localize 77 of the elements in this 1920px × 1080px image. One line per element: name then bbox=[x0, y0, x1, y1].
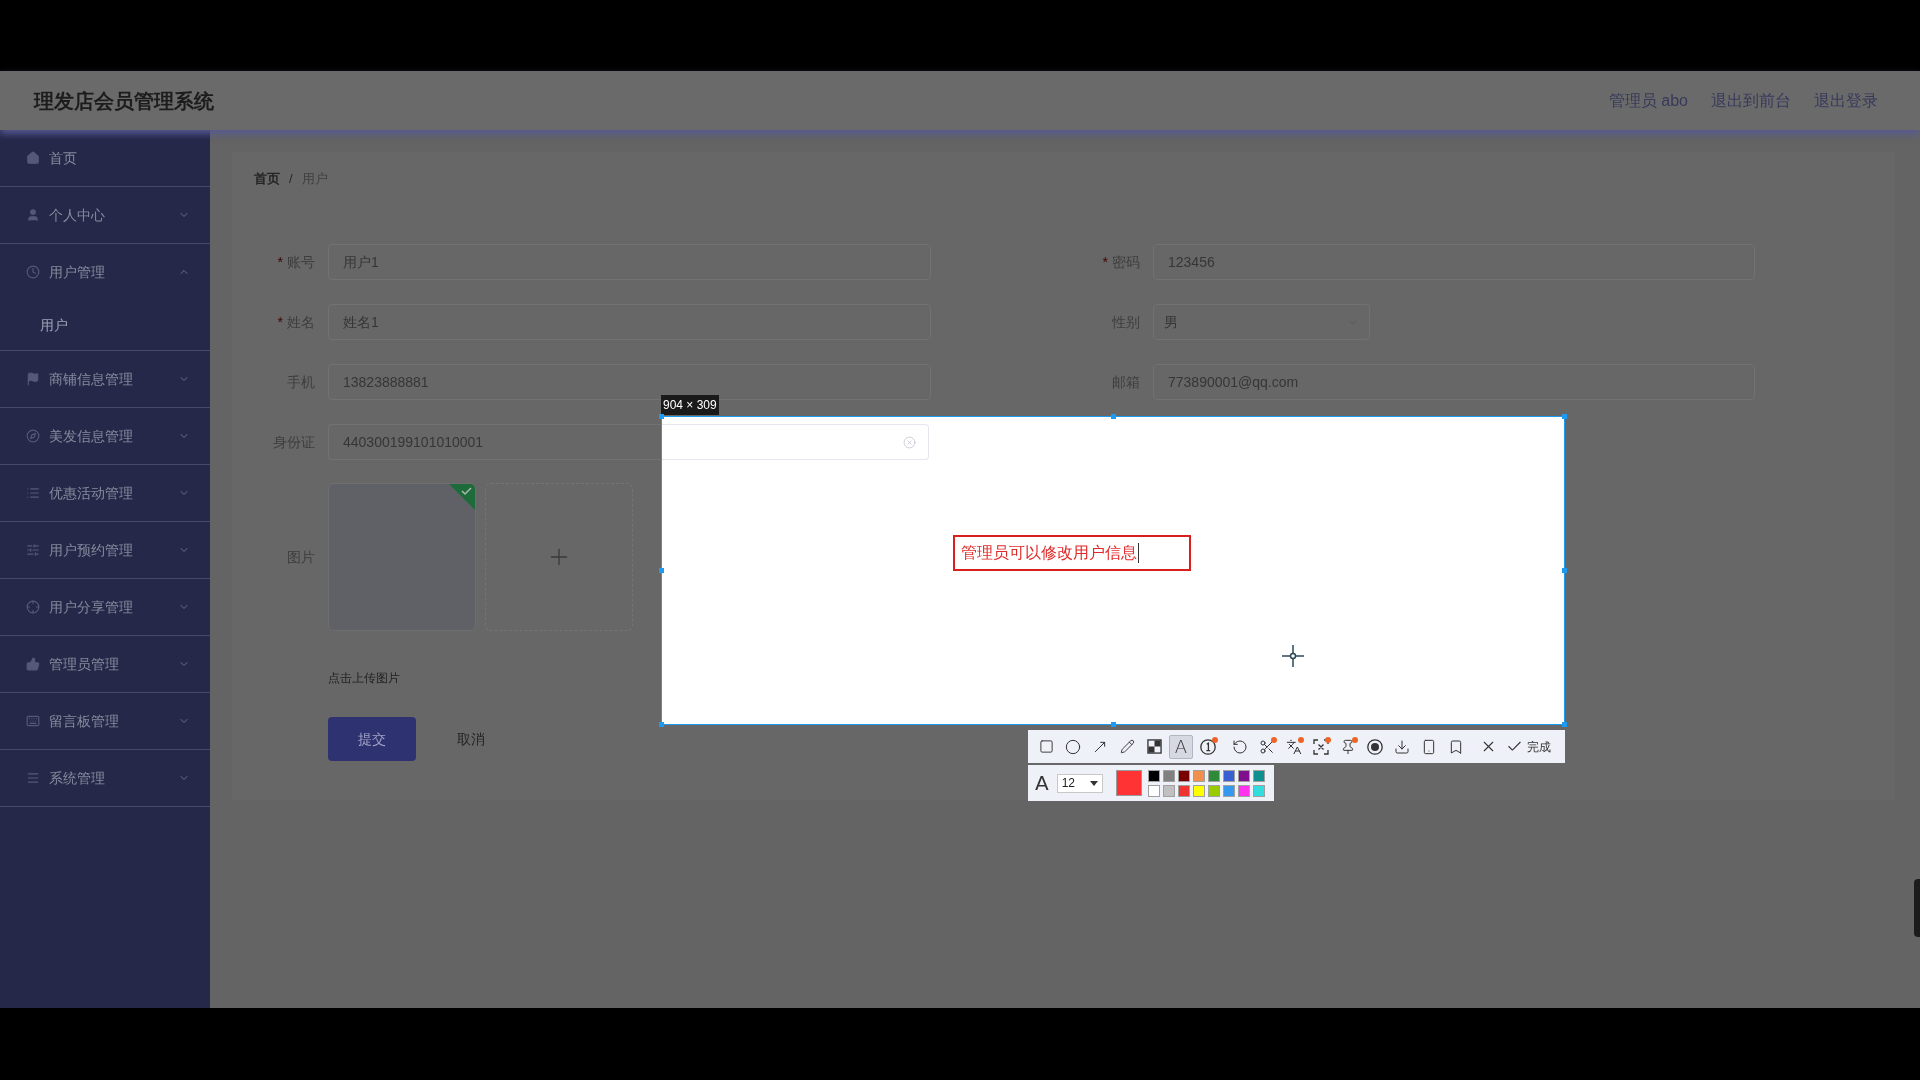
font-size-select[interactable]: 12 bbox=[1056, 773, 1103, 793]
color-swatch-icon[interactable] bbox=[1177, 769, 1190, 782]
clock-icon bbox=[26, 265, 40, 279]
breadcrumb-link[interactable]: 首页 bbox=[254, 171, 280, 187]
submenu-item[interactable]: 用户 bbox=[0, 300, 210, 350]
color-swatch-icon[interactable] bbox=[1207, 784, 1220, 797]
circled-number-icon bbox=[1200, 738, 1216, 755]
keyboard-icon bbox=[26, 714, 40, 728]
resize-handle[interactable] bbox=[1562, 722, 1567, 727]
color-swatch-icon[interactable] bbox=[1147, 769, 1160, 782]
pencil-icon bbox=[1119, 739, 1135, 754]
resize-handle[interactable] bbox=[659, 568, 664, 573]
color-swatch-icon[interactable] bbox=[1252, 769, 1265, 782]
color-swatch-icon[interactable] bbox=[1177, 784, 1190, 797]
color-swatch-icon[interactable] bbox=[1237, 784, 1250, 797]
pin-icon bbox=[1340, 738, 1356, 755]
menu-item[interactable]: 个人中心 bbox=[0, 187, 210, 243]
thumbs-up-icon bbox=[26, 657, 40, 671]
mosaic-icon bbox=[1146, 739, 1162, 754]
color-swatch-icon[interactable] bbox=[1162, 769, 1175, 782]
record-icon bbox=[1367, 738, 1383, 755]
input-field[interactable] bbox=[662, 424, 929, 460]
crosshair-cursor-icon bbox=[1282, 645, 1304, 667]
compass-icon bbox=[26, 429, 40, 443]
scan-icon bbox=[1313, 738, 1329, 755]
app-title: 理发店会员管理系统 bbox=[34, 88, 214, 114]
menu-item[interactable]: 商铺信息管理 bbox=[0, 351, 210, 407]
color-swatch-icon[interactable] bbox=[1192, 784, 1205, 797]
menu-item[interactable]: 优惠活动管理 bbox=[0, 465, 210, 521]
bookmark-icon bbox=[1448, 738, 1464, 755]
menu-icon bbox=[26, 771, 40, 785]
edge-handle[interactable] bbox=[1914, 879, 1920, 937]
resize-handle[interactable] bbox=[659, 722, 664, 727]
color-swatch-icon[interactable] bbox=[1162, 784, 1175, 797]
color-swatch-icon[interactable] bbox=[1222, 784, 1235, 797]
menu-item[interactable]: 留言板管理 bbox=[0, 693, 210, 749]
menu-item[interactable]: 管理员管理 bbox=[0, 636, 210, 692]
flag-icon bbox=[26, 372, 40, 386]
crosshair-icon bbox=[26, 600, 40, 614]
list-icon bbox=[26, 486, 40, 500]
breadcrumb-separator: / bbox=[289, 171, 293, 187]
user-icon bbox=[26, 208, 40, 222]
resize-handle[interactable] bbox=[1562, 414, 1567, 419]
menu-item[interactable]: 用户分享管理 bbox=[0, 579, 210, 635]
done-button[interactable]: 完成 bbox=[1503, 734, 1554, 759]
annotation-text-field[interactable]: 管理员可以修改用户信息 bbox=[953, 535, 1191, 571]
phone-icon bbox=[1421, 738, 1437, 755]
color-swatch-icon[interactable] bbox=[1237, 769, 1250, 782]
resize-handle[interactable] bbox=[659, 414, 664, 419]
submit-button[interactable]: 提交 bbox=[328, 717, 416, 761]
resize-handle[interactable] bbox=[1111, 414, 1116, 419]
menu-item[interactable]: 用户预约管理 bbox=[0, 522, 210, 578]
caret-down-icon bbox=[1089, 780, 1098, 786]
scissors-icon bbox=[1259, 738, 1275, 755]
text-cursor-icon bbox=[1138, 543, 1139, 563]
translate-icon bbox=[1286, 738, 1302, 755]
square-icon bbox=[1038, 739, 1054, 754]
menu-item[interactable]: 用户管理 bbox=[0, 244, 210, 300]
color-swatch-icon[interactable] bbox=[1252, 784, 1265, 797]
menu-item[interactable]: 系统管理 bbox=[0, 750, 210, 806]
font-size-glyph: A bbox=[1035, 773, 1049, 793]
circle-icon bbox=[1065, 738, 1081, 755]
menu-item[interactable]: 美发信息管理 bbox=[0, 408, 210, 464]
color-swatch-icon[interactable] bbox=[1222, 769, 1235, 782]
home-icon bbox=[26, 151, 40, 165]
cancel-button[interactable]: 取消 bbox=[457, 717, 485, 761]
sliders-icon bbox=[26, 543, 40, 557]
text-tool-button[interactable]: A bbox=[1169, 734, 1193, 759]
color-swatch-icon[interactable] bbox=[1147, 784, 1160, 797]
menu-item[interactable]: 首页 bbox=[0, 130, 210, 186]
resize-handle[interactable] bbox=[1111, 722, 1116, 727]
undo-icon bbox=[1232, 738, 1248, 755]
resize-handle[interactable] bbox=[1562, 568, 1567, 573]
size-label: 904 × 309 bbox=[661, 395, 719, 415]
color-swatch-icon[interactable] bbox=[1192, 769, 1205, 782]
color-swatch-icon[interactable] bbox=[1207, 769, 1220, 782]
download-icon bbox=[1394, 738, 1410, 755]
